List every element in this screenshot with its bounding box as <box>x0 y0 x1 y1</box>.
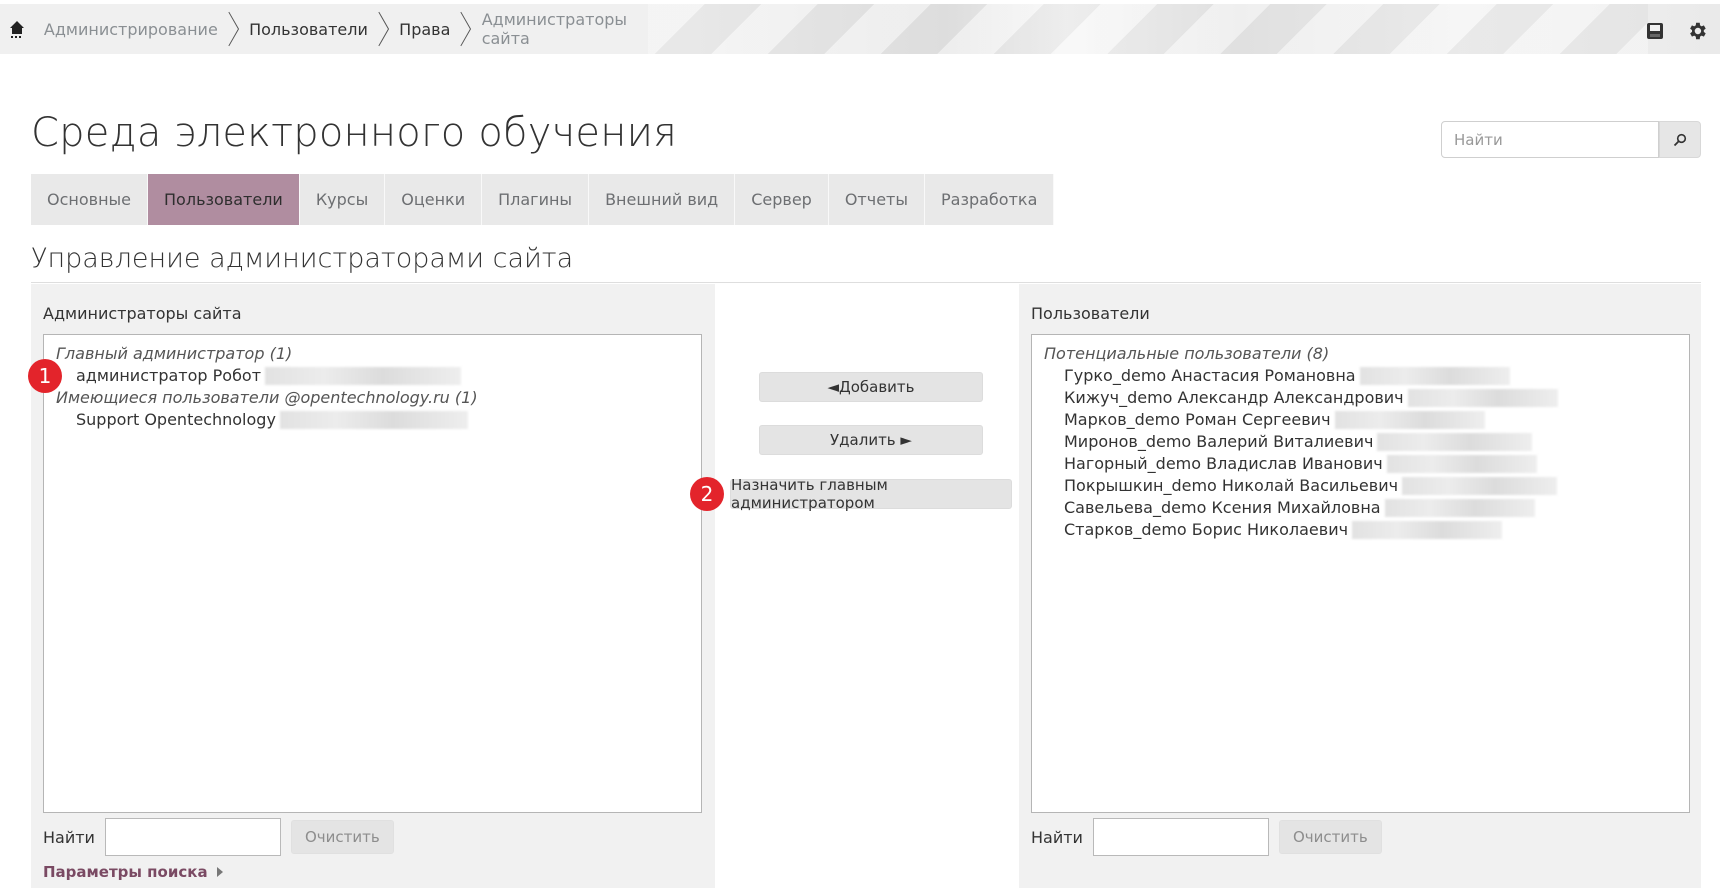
search-icon <box>1673 133 1687 146</box>
admin-tabs: Основные Пользователи Курсы Оценки Плагины Вн… <box>31 174 1055 225</box>
user-name: Миронов_demo Валерий Виталиевич <box>1064 432 1374 451</box>
remove-button[interactable]: Удалить ► <box>759 425 983 455</box>
users-search-row: Найти Очистить <box>1031 818 1382 856</box>
list-item[interactable]: Савельева_demo Ксения Михайловна <box>1044 497 1677 519</box>
users-label: Пользователи <box>1031 304 1150 323</box>
list-item[interactable]: Гурко_demo Анастасия Романовна <box>1044 365 1677 387</box>
user-name: Марков_demo Роман Сергеевич <box>1064 410 1331 429</box>
divider <box>31 282 1701 283</box>
list-item[interactable]: Нагорный_demo Владислав Иванович <box>1044 453 1677 475</box>
potential-users-listbox[interactable]: Потенциальные пользователи (8) Гурко_dem… <box>1031 334 1690 813</box>
top-icons <box>1646 8 1720 58</box>
breadcrumb-separator <box>378 11 389 47</box>
search-params-toggle[interactable]: Параметры поиска <box>43 863 224 881</box>
breadcrumb-item-permissions[interactable]: Права <box>389 4 460 54</box>
site-admins-search-input[interactable] <box>104 818 281 856</box>
users-panel: Пользователи Потенциальные пользователи … <box>1019 284 1701 888</box>
list-item[interactable]: Миронов_demo Валерий Виталиевич <box>1044 431 1677 453</box>
list-item[interactable]: Support Opentechnology <box>56 409 689 431</box>
list-item[interactable]: администратор Робот <box>56 365 689 387</box>
redacted-email <box>279 411 468 429</box>
navbar-pattern <box>648 4 1648 54</box>
redacted-email <box>265 367 462 385</box>
save-icon[interactable] <box>1646 22 1664 44</box>
redacted-email <box>1352 521 1503 539</box>
redacted-email <box>1384 499 1535 517</box>
find-label: Найти <box>1031 827 1083 847</box>
breadcrumb-label: Администраторы сайта <box>481 10 628 48</box>
list-item[interactable]: Покрышкин_demo Николай Васильевич <box>1044 475 1677 497</box>
redacted-email <box>1407 389 1558 407</box>
list-item[interactable]: Кижуч_demo Александр Александрович <box>1044 387 1677 409</box>
caret-right-icon <box>216 867 223 877</box>
breadcrumb-item-site-admins: Администраторы сайта <box>472 4 648 54</box>
breadcrumb-item-users[interactable]: Пользователи <box>239 4 378 54</box>
breadcrumb-separator <box>228 11 239 47</box>
user-name: Кижуч_demo Александр Александрович <box>1064 388 1404 407</box>
tab-2[interactable]: Курсы <box>299 174 386 225</box>
tab-0[interactable]: Основные <box>31 174 149 225</box>
page-heading: Управление администраторами сайта <box>31 243 574 274</box>
annotation-marker-2: 2 <box>690 477 724 511</box>
tab-8[interactable]: Разработка <box>925 174 1055 225</box>
top-navbar: Администрирование Пользователи Права Адм… <box>0 4 1720 54</box>
breadcrumb-label: Права <box>399 19 451 39</box>
list-group-label: Имеющиеся пользователи @opentechnology.r… <box>56 388 478 407</box>
user-name: Гурко_demo Анастасия Романовна <box>1064 366 1356 385</box>
user-name: Support Opentechnology <box>76 410 276 429</box>
tab-7[interactable]: Отчеты <box>828 174 925 225</box>
breadcrumb-label: Администрирование <box>43 19 218 39</box>
gear-icon[interactable] <box>1686 20 1708 46</box>
tab-1[interactable]: Пользователи <box>148 174 300 225</box>
breadcrumb: Администрирование Пользователи Права Адм… <box>0 4 648 54</box>
user-name: Старков_demo Борис Николаевич <box>1064 520 1349 539</box>
site-admins-label: Администраторы сайта <box>43 304 242 323</box>
search-params-label: Параметры поиска <box>43 863 208 881</box>
clear-button[interactable]: Очистить <box>290 820 394 854</box>
user-name: администратор Робот <box>76 366 262 385</box>
tab-6[interactable]: Сервер <box>735 174 829 225</box>
user-name: Покрышкин_demo Николай Васильевич <box>1064 476 1399 495</box>
user-name: Савельева_demo Ксения Михайловна <box>1064 498 1381 517</box>
annotation-marker-1: 1 <box>28 359 62 393</box>
breadcrumb-item-administration[interactable]: Администрирование <box>34 4 228 54</box>
search-button[interactable] <box>1659 121 1701 158</box>
home-icon[interactable] <box>0 4 34 54</box>
search-placeholder: Найти <box>1454 130 1503 149</box>
list-group-label: Главный администратор (1) <box>56 344 293 363</box>
redacted-email <box>1359 367 1510 385</box>
list-item[interactable]: Старков_demo Борис Николаевич <box>1044 519 1677 541</box>
find-label: Найти <box>43 827 95 847</box>
add-button[interactable]: ◄Добавить <box>759 372 983 402</box>
search-input[interactable]: Найти <box>1441 121 1659 158</box>
site-admins-panel: Администраторы сайта Главный администрат… <box>31 284 715 888</box>
make-main-admin-button[interactable]: Назначить главным администратором <box>730 476 1012 512</box>
breadcrumb-label: Пользователи <box>249 19 368 39</box>
redacted-email <box>1334 411 1485 429</box>
clear-button[interactable]: Очистить <box>1278 820 1382 854</box>
list-item[interactable]: Марков_demo Роман Сергеевич <box>1044 409 1677 431</box>
site-title: Среда электронного обучения <box>31 110 677 156</box>
tab-5[interactable]: Внешний вид <box>589 174 736 225</box>
tab-4[interactable]: Плагины <box>482 174 590 225</box>
redacted-email <box>1402 477 1558 495</box>
users-search-input[interactable] <box>1092 818 1269 856</box>
list-group-label: Потенциальные пользователи (8) <box>1044 344 1330 363</box>
user-name: Нагорный_demo Владислав Иванович <box>1064 454 1383 473</box>
site-admins-search-row: Найти Очистить <box>43 818 394 856</box>
site-admins-listbox[interactable]: Главный администратор (1) администратор … <box>43 334 702 813</box>
tab-3[interactable]: Оценки <box>385 174 483 225</box>
redacted-email <box>1386 455 1537 473</box>
breadcrumb-separator <box>460 11 472 47</box>
redacted-email <box>1377 433 1533 451</box>
